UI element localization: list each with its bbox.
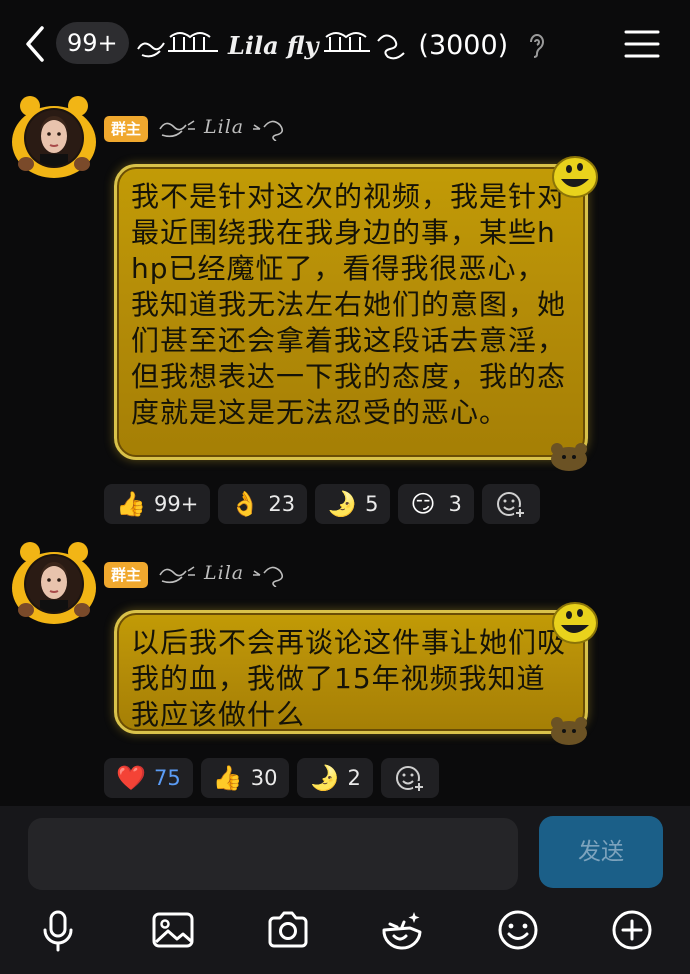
menu-icon[interactable]: [622, 28, 662, 60]
message-bubble[interactable]: 我不是针对这次的视频，我是针对最近围绕我在我身边的事，某些hhp已经魔怔了，看得…: [114, 156, 598, 471]
image-icon[interactable]: [151, 906, 195, 954]
reaction-bar: 👍 99+ 👌 23 🌛 5 😏 3: [104, 484, 540, 524]
emoji-icon[interactable]: [496, 906, 540, 954]
role-badge: 群主: [104, 562, 148, 588]
chat-title[interactable]: Lila fly (3000): [134, 24, 546, 66]
add-reaction-button[interactable]: [481, 484, 540, 524]
reaction-chip[interactable]: 👍 30: [200, 758, 290, 798]
member-count: (3000): [418, 29, 509, 61]
pet-sticker-icon: [551, 443, 587, 471]
ornament-left-icon: [137, 32, 218, 58]
role-badge: 群主: [104, 116, 148, 142]
sender-name: Lila: [204, 562, 245, 584]
send-button[interactable]: 发送: [539, 816, 663, 888]
message-text: 以后我不会再谈论这件事让她们吸我的血，我做了15年视频我知道我应该做什么: [131, 626, 567, 731]
sender-avatar[interactable]: [10, 538, 98, 626]
reaction-count: 3: [448, 492, 462, 516]
reaction-chip[interactable]: 👌 23: [218, 484, 308, 524]
reaction-chip[interactable]: 😏 3: [398, 484, 474, 524]
moon-face-icon: 🌛: [309, 764, 340, 792]
plus-icon[interactable]: [610, 906, 654, 954]
reaction-count: 23: [268, 492, 296, 516]
moon-face-icon: 🌛: [327, 490, 357, 518]
reaction-chip[interactable]: ❤️ 75: [104, 758, 193, 798]
ornament-right-icon: [253, 120, 284, 141]
pet-sticker-icon: [551, 717, 587, 745]
message-input[interactable]: [28, 818, 518, 890]
sender-name-row[interactable]: Lila: [156, 110, 292, 144]
smiley-sticker-icon: [552, 602, 598, 644]
ornament-right-icon: [324, 32, 406, 60]
red-heart-icon: ❤️: [116, 764, 146, 792]
sender-name-row[interactable]: Lila: [156, 556, 292, 590]
smiley-sticker-icon: [552, 156, 598, 198]
add-reaction-button[interactable]: [380, 758, 439, 798]
sender-name: Lila: [204, 116, 245, 138]
microphone-icon[interactable]: [36, 906, 80, 954]
thumbs-up-icon: 👍: [116, 490, 146, 518]
reaction-count: 5: [365, 492, 379, 516]
ear-mode-icon[interactable]: [528, 32, 546, 58]
reaction-count: 75: [154, 766, 181, 790]
ornament-left-icon: [159, 120, 195, 138]
unread-count-badge[interactable]: 99+: [56, 22, 129, 64]
reaction-chip[interactable]: 🌛 2: [297, 758, 373, 798]
group-name: Lila fly: [228, 30, 319, 60]
add-reaction-icon: [496, 492, 526, 519]
message-composer: 发送: [0, 806, 690, 974]
smirk-face-icon: 😏: [410, 490, 436, 518]
reaction-count: 30: [250, 766, 278, 790]
reaction-count: 2: [347, 766, 361, 790]
sticker-icon[interactable]: [380, 906, 424, 954]
reaction-chip[interactable]: 🌛 5: [315, 484, 391, 524]
message-bubble[interactable]: 以后我不会再谈论这件事让她们吸我的血，我做了15年视频我知道我应该做什么: [114, 602, 598, 745]
sender-avatar[interactable]: [10, 92, 98, 180]
reaction-count: 99+: [154, 492, 199, 516]
reaction-chip[interactable]: 👍 99+: [104, 484, 211, 524]
camera-icon[interactable]: [266, 906, 310, 954]
reaction-bar: ❤️ 75 👍 30 🌛 2: [104, 758, 439, 798]
chat-header: 99+ Lila fly (3000): [0, 0, 690, 88]
thumbs-up-icon: 👍: [212, 764, 243, 792]
back-arrow-icon[interactable]: [18, 22, 54, 66]
add-reaction-icon: [395, 766, 425, 793]
ornament-left-icon: [159, 566, 195, 584]
message-text: 我不是针对这次的视频，我是针对最近围绕我在我身边的事，某些hhp已经魔怔了，看得…: [131, 180, 567, 429]
ok-hand-icon: 👌: [230, 490, 261, 518]
ornament-right-icon: [253, 566, 284, 587]
